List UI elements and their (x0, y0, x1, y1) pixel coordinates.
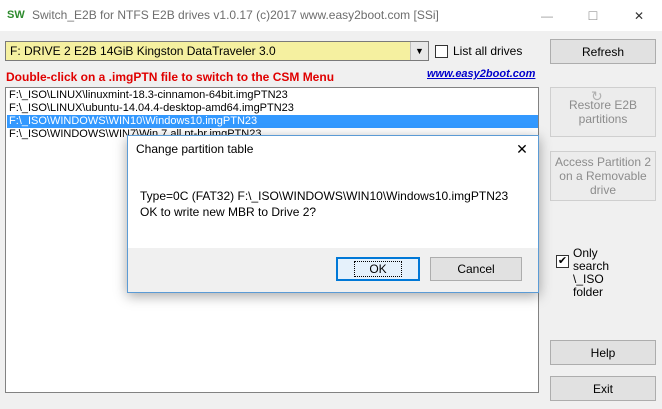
window-title: Switch_E2B for NTFS E2B drives v1.0.17 (… (32, 8, 439, 22)
csm-hint-text: Double-click on a .imgPTN file to switch… (6, 70, 335, 84)
title-bar: SW Switch_E2B for NTFS E2B drives v1.0.1… (0, 0, 662, 31)
dialog-message-line2: OK to write new MBR to Drive 2? (140, 205, 317, 219)
ok-button-label: OK (354, 261, 402, 277)
cancel-button[interactable]: Cancel (430, 257, 522, 281)
list-all-drives-checkbox[interactable] (435, 45, 448, 58)
list-item-selected[interactable]: F:\_ISO\WINDOWS\WIN10\Windows10.imgPTN23 (7, 115, 538, 128)
help-button-label: Help (590, 345, 616, 360)
access-partition-2-button[interactable]: Access Partition 2 on a Removable drive (550, 151, 656, 201)
close-icon[interactable]: ✕ (506, 136, 538, 162)
refresh-button[interactable]: Refresh (550, 39, 656, 64)
restore-e2b-partitions-button[interactable]: ↻ Restore E2B partitions (550, 87, 656, 137)
cancel-button-label: Cancel (457, 262, 495, 276)
restore-icon: ↻ (591, 88, 603, 104)
list-item[interactable]: F:\_ISO\LINUX\ubuntu-14.04.4-desktop-amd… (7, 102, 538, 115)
help-button[interactable]: Help (550, 340, 656, 365)
drive-select[interactable]: F: DRIVE 2 E2B 14GiB Kingston DataTravel… (5, 41, 429, 61)
drive-select-value: F: DRIVE 2 E2B 14GiB Kingston DataTravel… (10, 44, 276, 58)
restore-button-label: Restore E2B partitions (568, 98, 638, 126)
refresh-button-label: Refresh (581, 44, 625, 59)
only-search-iso-label[interactable]: Only search \_ISO folder (573, 247, 635, 299)
exit-button[interactable]: Exit (550, 376, 656, 401)
list-all-drives-label[interactable]: List all drives (453, 43, 522, 59)
list-item[interactable]: F:\_ISO\LINUX\linuxmint-18.3-cinnamon-64… (7, 89, 538, 102)
access-button-label: Access Partition 2 on a Removable drive (554, 155, 652, 197)
only-search-iso-checkbox[interactable]: ✔ (556, 255, 569, 268)
exit-button-label: Exit (592, 381, 613, 396)
app-icon: SW (7, 9, 25, 21)
dialog-title-bar: Change partition table ✕ (128, 136, 538, 162)
change-partition-dialog: Change partition table ✕ Type=0C (FAT32)… (127, 135, 539, 293)
maximize-button[interactable]: ☐ (570, 0, 616, 31)
minimize-button[interactable]: — (524, 0, 570, 31)
dialog-message-line1: Type=0C (FAT32) F:\_ISO\WINDOWS\WIN10\Wi… (140, 189, 509, 203)
chevron-down-icon[interactable]: ▼ (410, 42, 428, 60)
dialog-title: Change partition table (136, 142, 254, 156)
only-search-label-text: Only search \_ISO folder (573, 246, 610, 299)
ok-button[interactable]: OK (336, 257, 420, 281)
website-link[interactable]: www.easy2boot.com (427, 68, 535, 80)
close-button[interactable]: ✕ (616, 0, 662, 31)
